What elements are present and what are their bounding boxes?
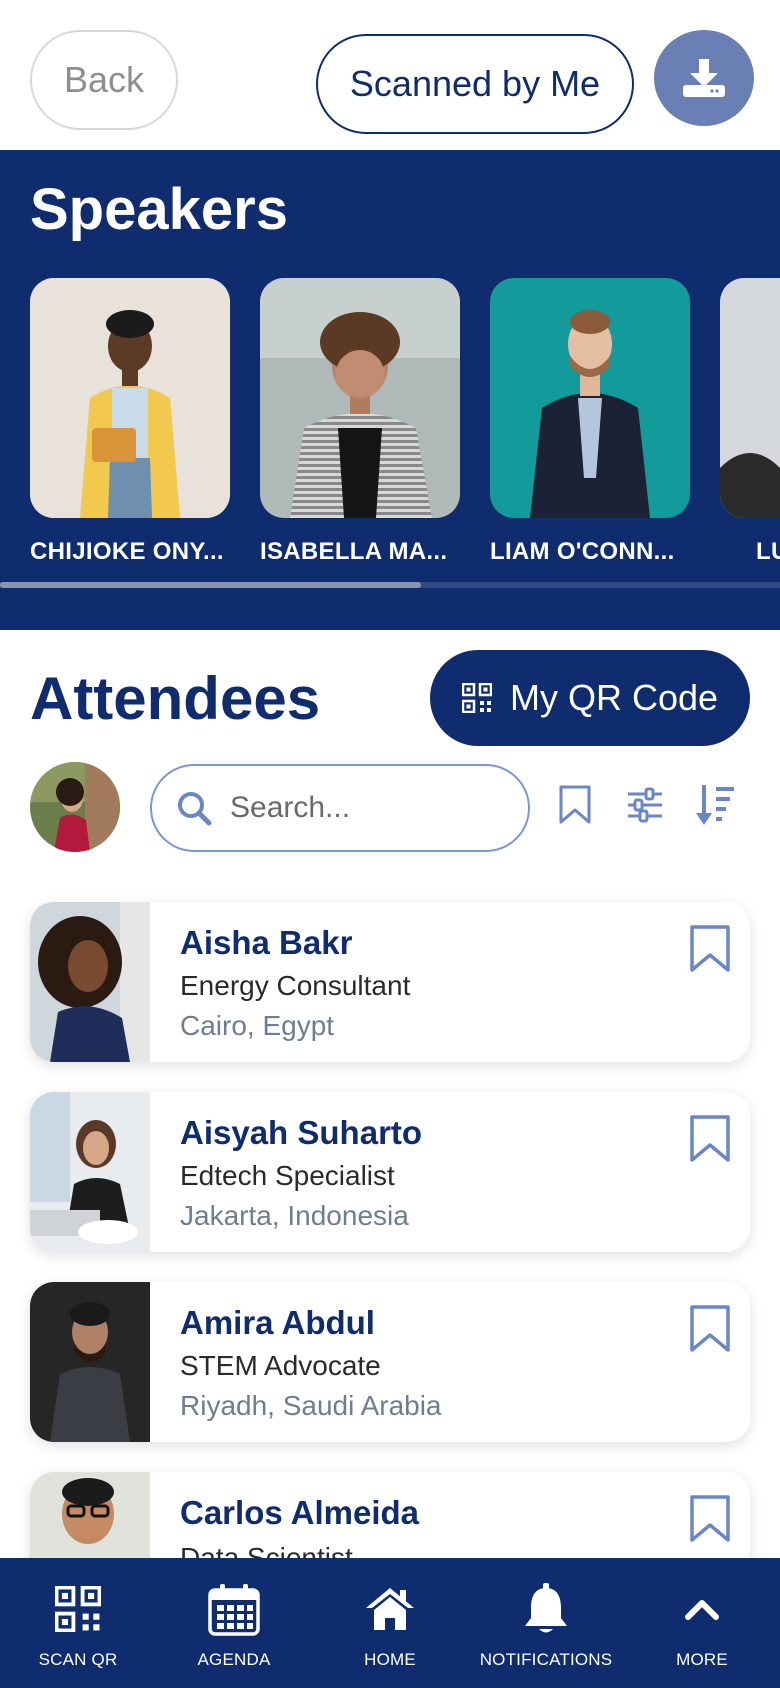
speaker-photo bbox=[490, 278, 690, 518]
speaker-name: LIAM O'CONN... bbox=[490, 538, 675, 565]
top-bar: Back Scanned by Me bbox=[0, 0, 780, 150]
speaker-name: CHIJIOKE ONY... bbox=[30, 538, 224, 565]
attendee-location: Jakarta, Indonesia bbox=[180, 1200, 409, 1231]
list-item[interactable]: Aisha Bakr Energy Consultant Cairo, Egyp… bbox=[30, 902, 750, 1062]
nav-label: MORE bbox=[676, 1650, 728, 1669]
attendees-title: Attendees bbox=[30, 665, 321, 732]
download-icon bbox=[683, 59, 725, 97]
bookmark-filter-button[interactable] bbox=[550, 780, 600, 830]
nav-more[interactable]: MORE bbox=[624, 1558, 780, 1688]
attendee-role-partial: Data Scientist bbox=[180, 1542, 353, 1558]
bookmark-icon[interactable] bbox=[688, 924, 732, 974]
attendee-photo bbox=[30, 1092, 150, 1252]
my-qr-code-label: My QR Code bbox=[509, 677, 719, 718]
search-box[interactable] bbox=[150, 764, 530, 852]
speaker-card[interactable]: LU bbox=[720, 278, 780, 566]
attendee-role: Energy Consultant bbox=[180, 970, 411, 1001]
speaker-photo bbox=[30, 278, 230, 518]
list-item[interactable]: Amira Abdul STEM Advocate Riyadh, Saudi … bbox=[30, 1282, 750, 1442]
attendee-name: Amira Abdul bbox=[180, 1304, 375, 1341]
list-item[interactable]: Aisyah Suharto Edtech Specialist Jakarta… bbox=[30, 1092, 750, 1252]
chevron-up-icon bbox=[685, 1600, 719, 1620]
avatar[interactable] bbox=[30, 762, 120, 852]
speakers-section: Speakers CHIJIOKE ONY... ISABELLA MA... … bbox=[0, 150, 780, 630]
download-button[interactable] bbox=[654, 30, 754, 126]
my-qr-code-button[interactable]: My QR Code bbox=[430, 650, 750, 746]
nav-label: NOTIFICATIONS bbox=[479, 1650, 613, 1669]
nav-home[interactable]: HOME bbox=[312, 1558, 468, 1688]
attendee-location: Riyadh, Saudi Arabia bbox=[180, 1390, 442, 1421]
nav-label: SCAN QR bbox=[38, 1650, 118, 1669]
sliders-icon bbox=[628, 787, 662, 823]
nav-label: AGENDA bbox=[197, 1650, 271, 1669]
sort-button[interactable] bbox=[690, 780, 740, 830]
bookmark-icon[interactable] bbox=[688, 1304, 732, 1354]
sort-icon bbox=[696, 785, 734, 825]
speaker-photo bbox=[260, 278, 460, 518]
bookmark-icon bbox=[559, 785, 591, 824]
speaker-name: LU bbox=[756, 538, 780, 565]
attendee-location: Cairo, Egypt bbox=[180, 1010, 335, 1041]
home-icon bbox=[366, 1588, 414, 1630]
speakers-scrollbar[interactable] bbox=[0, 582, 421, 588]
attendee-role: Edtech Specialist bbox=[180, 1160, 395, 1191]
bookmark-icon[interactable] bbox=[688, 1114, 732, 1164]
search-icon bbox=[178, 792, 212, 826]
bell-icon bbox=[525, 1583, 567, 1633]
qr-code-icon bbox=[55, 1586, 101, 1632]
nav-label: HOME bbox=[364, 1650, 416, 1669]
bookmark-icon[interactable] bbox=[688, 1494, 732, 1544]
nav-agenda[interactable]: AGENDA bbox=[156, 1558, 312, 1688]
search-input[interactable] bbox=[230, 791, 490, 825]
speaker-card[interactable]: ISABELLA MA... bbox=[260, 278, 460, 566]
back-button[interactable]: Back bbox=[30, 30, 178, 130]
calendar-icon bbox=[208, 1584, 260, 1636]
bottom-nav: SCAN QR AGENDA HOME NOTIFICATIONS MORE bbox=[0, 1558, 780, 1688]
attendee-name: Aisha Bakr bbox=[180, 924, 353, 961]
speakers-title: Speakers bbox=[30, 177, 288, 242]
speaker-card[interactable]: CHIJIOKE ONY... bbox=[30, 278, 230, 566]
nav-notifications[interactable]: NOTIFICATIONS bbox=[468, 1558, 624, 1688]
attendee-name: Aisyah Suharto bbox=[180, 1114, 423, 1151]
filter-button[interactable] bbox=[620, 780, 670, 830]
speaker-name: ISABELLA MA... bbox=[260, 538, 448, 565]
attendee-name: Carlos Almeida bbox=[180, 1494, 420, 1531]
attendee-photo bbox=[30, 902, 150, 1062]
qr-code-icon bbox=[461, 683, 492, 713]
nav-scan-qr[interactable]: SCAN QR bbox=[0, 1558, 156, 1688]
scanned-by-me-button[interactable]: Scanned by Me bbox=[316, 34, 634, 134]
attendee-photo bbox=[30, 1282, 150, 1442]
attendee-role: STEM Advocate bbox=[180, 1350, 381, 1381]
speaker-card[interactable]: LIAM O'CONN... bbox=[490, 278, 690, 566]
speaker-photo bbox=[720, 278, 780, 518]
